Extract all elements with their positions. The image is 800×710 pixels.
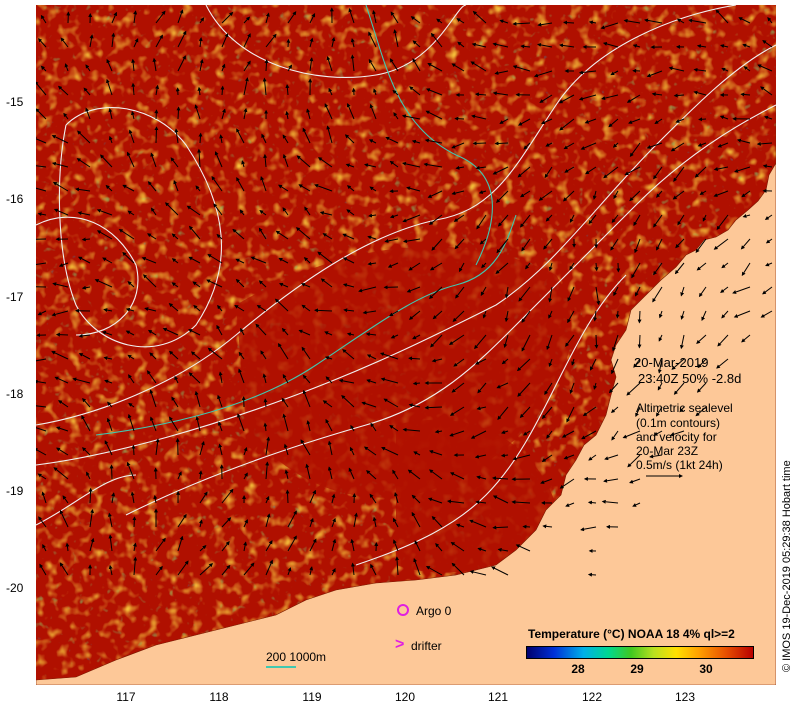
sst-map [36, 5, 776, 685]
velocity-arrow [472, 141, 487, 146]
depth-scale-line [266, 666, 296, 668]
velocity-arrow [198, 132, 203, 144]
y-tick-label: -17 [6, 290, 24, 304]
depth-scale-label: 200 1000m [266, 650, 327, 664]
y-tick-label: -19 [6, 484, 24, 498]
velocity-arrow [264, 59, 269, 72]
colorbar-title: Temperature (°C) NOAA 18 4% ql>=2 [528, 627, 735, 641]
velocity-arrow [176, 106, 181, 120]
annotation-time: 23:40Z 50% -2.8d [638, 371, 742, 386]
drifter-legend-label: drifter [411, 639, 442, 653]
velocity-arrow [154, 109, 159, 120]
velocity-arrow [522, 524, 531, 529]
credit-text: © IMOS 19-Dec-2019 05:29:38 Hobart time [781, 460, 793, 672]
y-tick-label: -18 [6, 387, 24, 401]
annotation-altimetry-2: (0.1m contours) [636, 416, 721, 430]
velocity-arrow [673, 93, 685, 98]
x-tick-label: 119 [302, 690, 322, 704]
velocity-arrow [132, 516, 137, 528]
velocity-arrow [88, 487, 93, 504]
velocity-arrow [698, 117, 707, 122]
velocity-arrow [594, 334, 599, 349]
colorbar-tick: 29 [630, 662, 644, 676]
velocity-arrow [587, 500, 597, 505]
argo-float-icon [397, 604, 409, 616]
velocity-arrow [109, 464, 114, 480]
annotation-altimetry-4: 20-Mar 23Z [636, 444, 699, 458]
argo-legend-label: Argo 0 [416, 604, 452, 618]
annotation-altimetry-5: 0.5m/s (1kt 24h) [636, 458, 723, 472]
velocity-arrow [285, 489, 290, 504]
velocity-arrow [286, 38, 291, 48]
x-tick-label: 120 [394, 690, 416, 704]
y-tick-label: -16 [6, 192, 24, 206]
velocity-arrow [55, 332, 69, 337]
velocity-arrow [492, 525, 509, 530]
x-tick-label: 118 [209, 690, 229, 704]
x-tick-label: 117 [116, 690, 136, 704]
velocity-arrow [615, 310, 620, 319]
temperature-colorbar [526, 646, 754, 659]
velocity-arrow [637, 334, 642, 349]
velocity-arrow [587, 572, 597, 577]
x-tick-label: 122 [581, 690, 603, 704]
annotation-date: 20-Mar-2019 [634, 355, 709, 370]
y-tick-label: -15 [6, 95, 24, 109]
velocity-arrow [454, 116, 465, 121]
x-tick-label: 123 [674, 690, 696, 704]
annotation-altimetry-3: and velocity for [636, 430, 717, 444]
velocity-arrow [412, 381, 421, 386]
velocity-arrow [81, 237, 91, 242]
velocity-arrow [494, 141, 509, 146]
velocity-arrow [637, 310, 642, 324]
velocity-arrow [563, 20, 575, 25]
x-tick-label: 121 [487, 690, 509, 704]
colorbar-tick: 28 [571, 662, 585, 676]
annotation-altimetry-1: Altimetric sealevel [636, 401, 733, 415]
velocity-arrow [131, 444, 136, 456]
velocity-arrow [594, 262, 599, 272]
drifter-icon: > [395, 636, 405, 653]
velocity-arrow [154, 126, 159, 144]
y-tick-label: -20 [6, 581, 24, 595]
colorbar-tick: 30 [699, 662, 713, 676]
velocity-arrow [220, 85, 225, 96]
